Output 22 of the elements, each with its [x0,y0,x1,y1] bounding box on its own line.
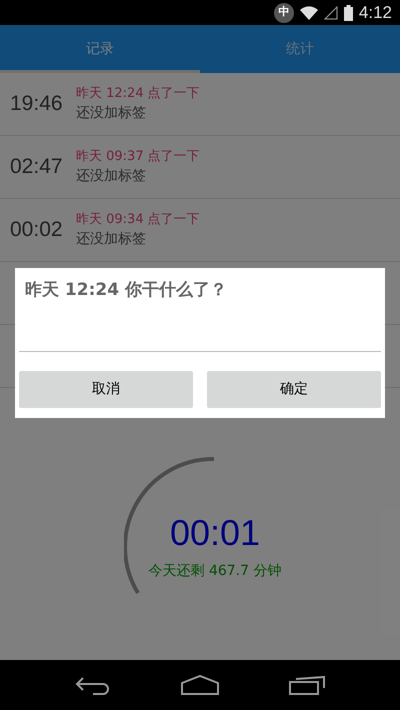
timer-display: 00:01 [170,512,260,552]
record-duration: 19:46 [9,91,64,118]
remaining-time: 今天还剩 467.7 分钟 [148,562,282,580]
wifi-icon [300,6,318,20]
recent-apps-icon[interactable] [289,675,325,695]
record-event: 昨天 09:34 点了一下 [76,210,200,229]
back-icon[interactable] [75,675,111,695]
record-tag: 还没加标签 [76,166,200,188]
dialog-title: 昨天 12:24 你干什么了？ [24,279,228,302]
record-tag: 还没加标签 [76,103,200,124]
record-event: 昨天 09:37 点了一下 [76,148,200,166]
record-tag: 还没加标签 [76,229,200,250]
dialog-button[interactable]: 确定 [207,370,381,408]
input-method-icon: 中 [274,2,294,22]
record-duration: 02:47 [9,154,64,180]
battery-icon [344,4,353,20]
record-duration: 00:02 [9,217,64,244]
home-icon[interactable] [181,675,219,695]
dialog-button[interactable]: 取消 [19,370,193,408]
record-event: 昨天 12:24 点了一下 [76,84,200,103]
clock: 4:12 [358,2,392,24]
signal-icon [324,6,338,20]
